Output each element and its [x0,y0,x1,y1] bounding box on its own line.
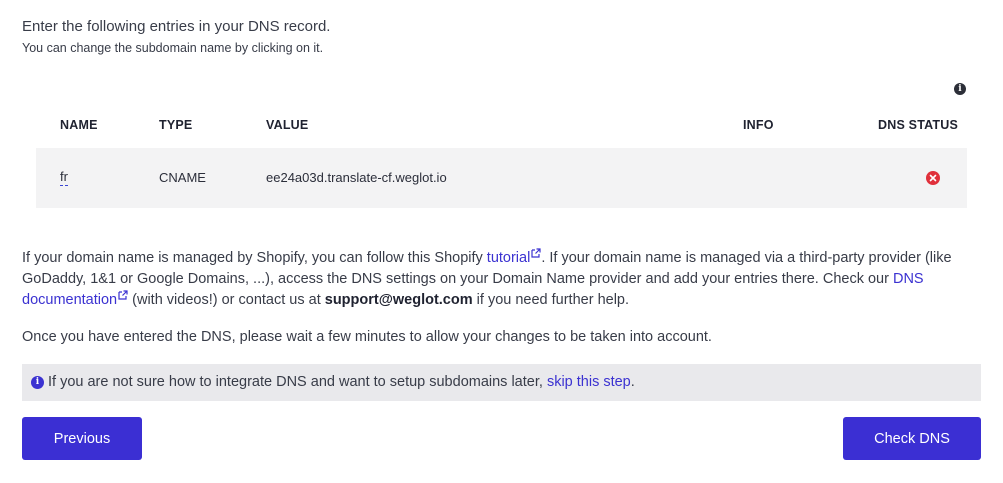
wait-paragraph: Once you have entered the DNS, please wa… [22,329,712,345]
external-link-icon [118,290,128,300]
header-type: TYPE [159,118,193,132]
record-value: ee24a03d.translate-cf.weglot.io [266,170,447,185]
tutorial-link[interactable]: tutorial [486,248,542,266]
skip-note: i If you are not sure how to integrate D… [22,364,981,401]
skip-note-text: If you are not sure how to integrate DNS… [48,364,635,401]
subdomain-name[interactable]: fr [60,170,68,186]
header-info: INFO [743,118,774,132]
header-name: NAME [60,118,98,132]
header-dns-status: DNS STATUS [878,118,959,132]
note-text: If you are not sure how to integrate DNS… [48,374,547,390]
help-text: (with videos!) or contact us at [128,292,325,308]
note-end: . [630,374,635,390]
help-text: If your domain name is managed by Shopif… [22,250,487,266]
header-value: VALUE [266,118,309,132]
info-icon: i [31,376,44,389]
dns-status-error-icon [926,171,940,185]
intro-title: Enter the following entries in your DNS … [22,18,331,35]
help-text: if you need further help. [472,292,630,308]
previous-button[interactable]: Previous [22,417,142,460]
info-icon[interactable]: i [954,83,966,95]
record-type: CNAME [159,170,206,185]
support-email: support@weglot.com [324,292,473,308]
intro-subtitle: You can change the subdomain name by cli… [22,41,324,55]
tutorial-link-label: tutorial [486,250,531,266]
skip-step-link[interactable]: skip this step [547,374,631,390]
external-link-icon [531,248,541,258]
dns-setup-page: Enter the following entries in your DNS … [0,0,1003,483]
help-paragraph: If your domain name is managed by Shopif… [22,248,982,311]
check-dns-button[interactable]: Check DNS [843,417,981,460]
